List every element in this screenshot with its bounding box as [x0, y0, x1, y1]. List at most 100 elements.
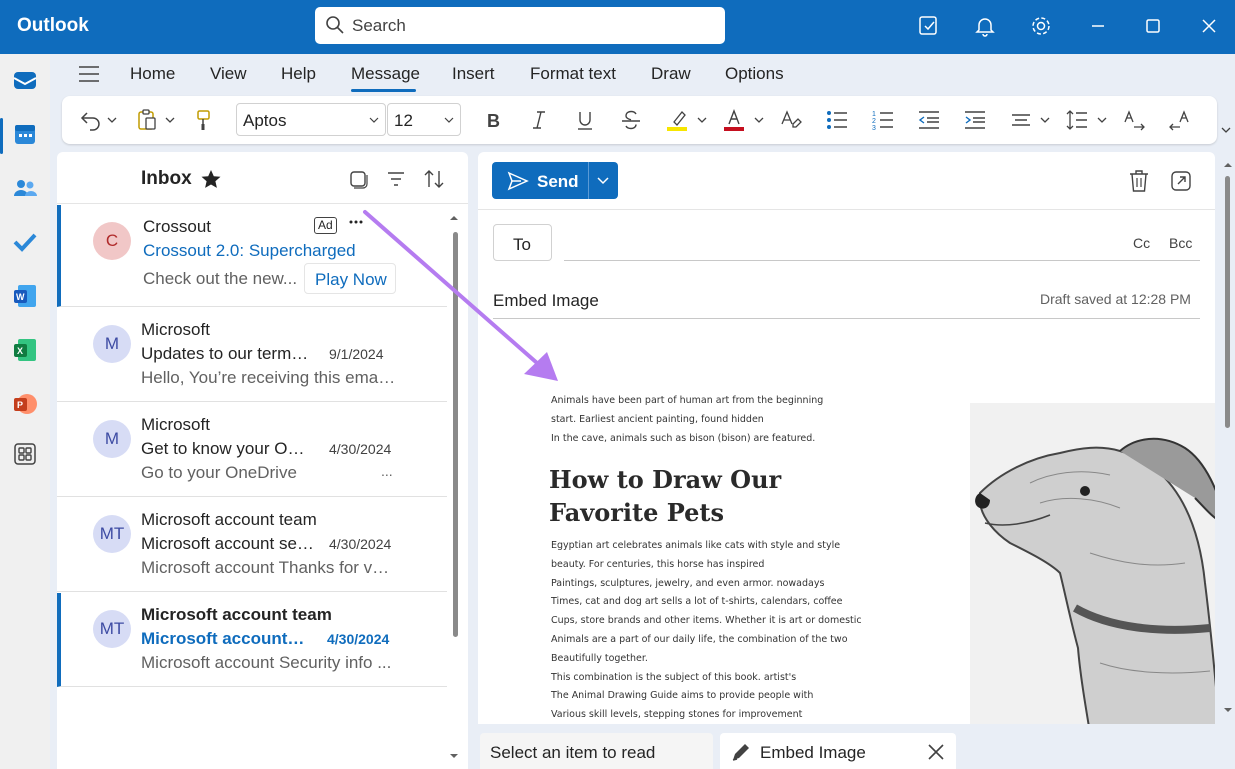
inbox-title: Inbox	[141, 168, 192, 189]
list-item[interactable]: M Microsoft Updates to our terms ... 9/1…	[57, 308, 447, 402]
my-day-icon[interactable]	[917, 14, 941, 38]
rtl-text-icon[interactable]	[1168, 108, 1192, 132]
list-item[interactable]: MT Microsoft account team Microsoft acco…	[57, 498, 447, 592]
bold-icon[interactable]: B	[481, 108, 505, 132]
highlight-icon[interactable]	[665, 108, 689, 132]
ribbon-expand-icon[interactable]	[1220, 124, 1232, 136]
tab-home[interactable]: Home	[130, 64, 175, 84]
ltr-text-icon[interactable]	[1122, 108, 1146, 132]
list-item[interactable]: M Microsoft Get to know your On... 4/30/…	[57, 403, 447, 497]
font-name-select[interactable]: Aptos	[236, 103, 386, 136]
body-line: Times, cat and dog art sells a lot of t-…	[551, 596, 843, 608]
font-color-icon[interactable]	[722, 108, 746, 132]
tab-help[interactable]: Help	[281, 64, 316, 84]
strikethrough-icon[interactable]	[619, 108, 643, 132]
tab-draft[interactable]: Embed Image	[720, 733, 956, 769]
body-line: Paintings, sculptures, jewelry, and even…	[551, 577, 825, 589]
todo-icon[interactable]	[12, 229, 38, 255]
underline-icon[interactable]	[573, 108, 597, 132]
sender-name: Microsoft account team	[141, 605, 332, 624]
font-name-value: Aptos	[243, 111, 287, 130]
close-icon[interactable]	[1197, 14, 1221, 38]
embedded-image[interactable]: Animals have been part of human art from…	[548, 392, 1215, 724]
font-size-value: 12	[394, 111, 413, 130]
more-options-icon[interactable]	[349, 219, 363, 225]
search-input[interactable]: Search	[315, 7, 725, 44]
sort-icon[interactable]	[423, 168, 445, 190]
bcc-button[interactable]: Bcc	[1169, 235, 1192, 251]
select-icon[interactable]	[349, 169, 369, 189]
body-line: Egyptian art celebrates animals like cat…	[551, 540, 841, 551]
sender-name: Microsoft	[141, 415, 210, 434]
font-size-select[interactable]: 12	[387, 103, 461, 136]
format-painter-icon[interactable]	[192, 108, 216, 132]
increase-indent-icon[interactable]	[963, 108, 987, 132]
send-divider	[588, 162, 589, 199]
star-icon[interactable]	[200, 169, 222, 189]
play-now-button[interactable]: Play Now	[304, 263, 396, 294]
line-spacing-icon[interactable]	[1065, 108, 1089, 132]
draft-status: Draft saved at 12:28 PM	[1040, 291, 1191, 307]
play-now-label: Play Now	[315, 270, 387, 289]
word-icon[interactable]: W	[12, 283, 38, 309]
mail-icon[interactable]	[12, 67, 38, 93]
minimize-icon[interactable]	[1086, 14, 1110, 38]
italic-icon[interactable]	[527, 108, 551, 132]
clear-formatting-icon[interactable]	[779, 108, 803, 132]
chevron-down-icon[interactable]	[696, 108, 708, 132]
chevron-down-icon[interactable]	[164, 108, 176, 132]
paste-icon[interactable]	[135, 108, 159, 132]
mail-preview: Microsoft account Security info ...	[141, 653, 392, 672]
filter-icon[interactable]	[386, 169, 406, 189]
chevron-down-icon[interactable]	[1039, 108, 1051, 132]
decrease-indent-icon[interactable]	[917, 108, 941, 132]
list-item-selected[interactable]: MT Microsoft account team Microsoft acco…	[57, 593, 447, 687]
chevron-down-icon[interactable]	[753, 108, 765, 132]
cc-button[interactable]: Cc	[1133, 235, 1150, 251]
powerpoint-icon[interactable]: P	[12, 391, 38, 417]
svg-text:1: 1	[872, 111, 876, 118]
mail-date: 4/30/2024	[329, 441, 392, 457]
bell-icon[interactable]	[973, 14, 997, 38]
hamburger-icon[interactable]	[78, 65, 100, 83]
svg-text:3: 3	[872, 125, 876, 132]
close-icon[interactable]	[927, 743, 945, 761]
to-input[interactable]	[564, 224, 1104, 260]
tab-insert[interactable]: Insert	[452, 64, 495, 84]
tab-select-item[interactable]: Select an item to read	[480, 733, 713, 769]
bullets-icon[interactable]	[825, 108, 849, 132]
app-name: Outlook	[17, 15, 89, 36]
mail-subject: Get to know your On...	[141, 439, 309, 458]
tab-options[interactable]: Options	[725, 64, 784, 84]
align-icon[interactable]	[1009, 108, 1033, 132]
calendar-icon[interactable]	[12, 121, 38, 147]
tab-select-item-label: Select an item to read	[490, 743, 656, 762]
maximize-icon[interactable]	[1141, 14, 1165, 38]
mail-subject: Microsoft account sec...	[141, 534, 316, 553]
list-scroll-thumb[interactable]	[453, 232, 458, 637]
tab-draw[interactable]: Draw	[651, 64, 691, 84]
intro-line: In the cave, animals such as bison (biso…	[551, 432, 816, 444]
body-line: Cups, store brands and other items. Whet…	[551, 615, 862, 627]
more-apps-icon[interactable]	[12, 441, 38, 467]
excel-icon[interactable]: X	[12, 337, 38, 363]
tab-view[interactable]: View	[210, 64, 247, 84]
gear-icon[interactable]	[1029, 14, 1053, 38]
subject-field[interactable]: Embed Image	[493, 291, 599, 311]
trash-icon[interactable]	[1128, 169, 1150, 193]
tab-message[interactable]: Message	[351, 64, 420, 84]
tab-format-text[interactable]: Format text	[530, 64, 616, 84]
numbering-icon[interactable]: 123	[871, 108, 895, 132]
undo-icon[interactable]	[79, 108, 103, 132]
chevron-down-icon[interactable]	[597, 176, 609, 186]
people-icon[interactable]	[12, 175, 38, 201]
chevron-down-icon[interactable]	[106, 108, 118, 132]
pop-out-icon[interactable]	[1170, 170, 1192, 192]
send-button[interactable]: Send	[492, 162, 618, 199]
list-item-ad[interactable]: C Crossout Ad Crossout 2.0: Supercharged…	[57, 205, 447, 307]
compose-scroll-thumb[interactable]	[1225, 176, 1230, 428]
body-line: Various skill levels, stepping stones fo…	[551, 709, 803, 721]
chevron-down-icon[interactable]	[1096, 108, 1108, 132]
to-button[interactable]: To	[493, 224, 552, 261]
title-line: How to Draw Our	[549, 465, 782, 494]
